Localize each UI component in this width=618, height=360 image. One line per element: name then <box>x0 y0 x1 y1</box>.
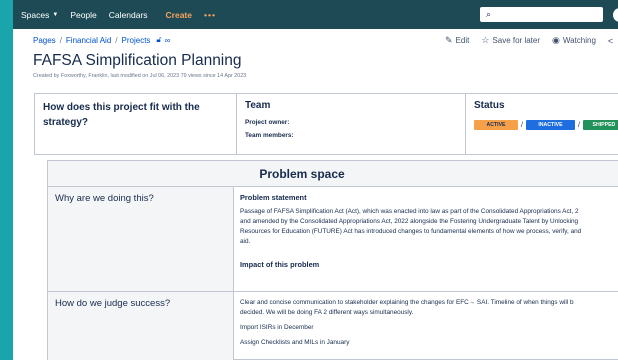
spaces-menu[interactable]: Spaces ▼ <box>21 10 58 20</box>
problem-statement-heading: Problem statement <box>240 193 307 202</box>
avatar[interactable] <box>613 8 618 22</box>
watching-button[interactable]: ◉ Watching <box>552 35 596 46</box>
project-info-table: How does this project fit with the strat… <box>34 93 618 155</box>
status-badge-active: ACTIVE <box>474 120 518 130</box>
edit-button[interactable]: ✎ Edit <box>445 35 469 46</box>
status-heading: Status <box>474 100 505 111</box>
search-input[interactable]: ⌕ <box>480 7 603 22</box>
success-line: Import ISIRs in December <box>240 324 314 331</box>
calendars-link[interactable]: Calendars <box>109 10 148 20</box>
strategy-heading: How does this project fit with the strat… <box>43 102 200 128</box>
problem-space-table: Problem space Why are we doing this? Pro… <box>47 160 618 360</box>
row-label-why: Why are we doing this? <box>48 187 234 291</box>
more-menu-button[interactable]: ••• <box>204 10 216 20</box>
star-icon: ☆ <box>481 35 490 45</box>
share-button[interactable]: < <box>608 36 616 46</box>
people-link[interactable]: People <box>70 10 96 20</box>
impact-heading: Impact of this problem <box>240 260 320 269</box>
problem-statement-line: aid. <box>240 238 251 245</box>
status-badge-shipped: SHIPPED <box>582 120 618 130</box>
problem-statement-line: Resources for Education (FUTURE) Act has… <box>240 228 582 235</box>
team-members-label: Team members: <box>245 132 294 139</box>
eye-icon: ◉ <box>552 35 560 45</box>
status-cell: Status ACTIVE / INACTIVE / SHIPPED <box>466 94 618 154</box>
status-separator: / <box>577 121 580 129</box>
pencil-icon: ✎ <box>445 35 453 45</box>
spaces-label: Spaces <box>21 9 50 20</box>
save-for-later-button[interactable]: ☆ Save for later <box>481 35 540 46</box>
team-heading: Team <box>245 100 271 111</box>
breadcrumb-pages[interactable]: Pages <box>33 36 56 45</box>
problem-statement-line: and amended by the Consolidated Appropri… <box>240 218 579 225</box>
app-frame: Spaces ▼ People Calendars Create ••• ⌕ P… <box>13 0 618 360</box>
create-button[interactable]: Create <box>166 10 192 20</box>
edit-label: Edit <box>455 36 470 45</box>
breadcrumb-separator: / <box>115 35 118 45</box>
problem-statement-line: Passage of FAFSA Simplification Act (Act… <box>240 208 579 215</box>
status-lozenges: ACTIVE / INACTIVE / SHIPPED <box>474 120 618 130</box>
problem-space-header: Problem space <box>48 161 618 187</box>
link-icon[interactable]: ∞ <box>165 36 171 45</box>
page-byline: Created by Foxworthy, Franklin, last mod… <box>33 73 247 79</box>
success-line: decided. We will be doing FA 2 different… <box>240 309 414 316</box>
success-line: Assign Checklists and MILs in January <box>240 339 350 346</box>
breadcrumb: Pages / Financial Aid / Projects 🔓︎ ∞ <box>33 35 170 45</box>
watching-label: Watching <box>562 36 596 45</box>
team-cell: Team Project owner: Team members: <box>237 94 466 154</box>
strategy-cell: How does this project fit with the strat… <box>35 94 237 154</box>
breadcrumb-projects[interactable]: Projects <box>122 36 151 45</box>
status-separator: / <box>521 121 523 129</box>
chevron-down-icon: ▼ <box>52 11 59 18</box>
table-row: Why are we doing this? Problem statement… <box>48 187 618 292</box>
top-navigation: Spaces ▼ People Calendars Create ••• ⌕ <box>13 0 618 29</box>
breadcrumb-separator: / <box>59 35 62 45</box>
page-actions: ✎ Edit ☆ Save for later ◉ Watching < <box>445 35 618 46</box>
breadcrumb-financial-aid[interactable]: Financial Aid <box>66 36 111 45</box>
page-title: FAFSA Simplification Planning <box>33 52 242 69</box>
search-icon: ⌕ <box>486 9 492 19</box>
share-icon: < <box>607 35 614 46</box>
project-owner-label: Project owner: <box>245 119 290 126</box>
success-line: Clear and concise communication to stake… <box>240 299 574 306</box>
status-badge-inactive: INACTIVE <box>525 120 575 130</box>
save-label: Save for later <box>492 36 540 45</box>
problem-statement-cell: Problem statement Passage of FAFSA Simpl… <box>234 187 618 291</box>
unlock-icon[interactable]: 🔓︎ <box>156 35 161 45</box>
